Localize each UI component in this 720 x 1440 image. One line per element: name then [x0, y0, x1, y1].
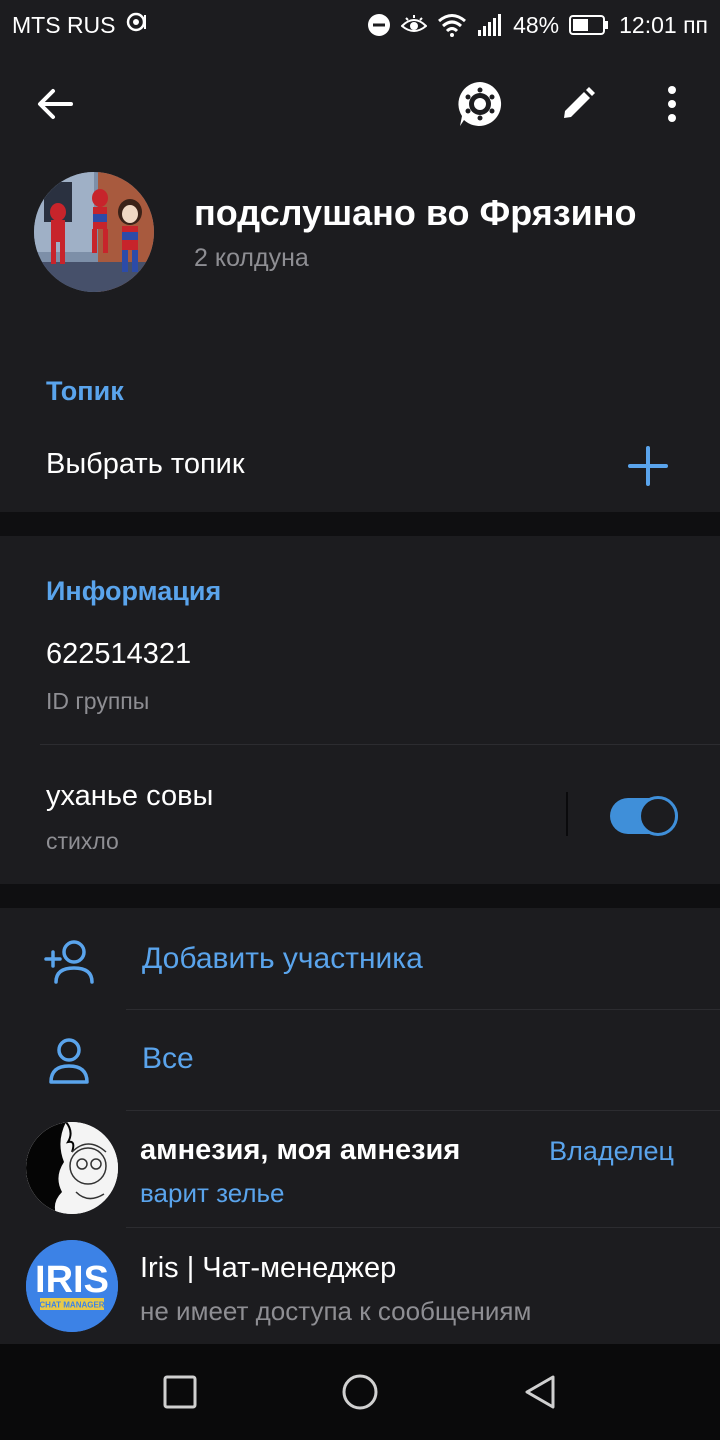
member-avatar[interactable] — [26, 1122, 118, 1214]
group-id-caption: ID группы — [46, 688, 150, 714]
group-avatar[interactable] — [34, 172, 154, 292]
divider — [126, 1009, 720, 1010]
member-name: амнезия, моя амнезия — [140, 1134, 461, 1166]
back-arrow-icon — [38, 89, 73, 119]
choose-topic-label[interactable]: Выбрать топик — [46, 448, 245, 481]
system-nav-bar — [0, 1344, 720, 1440]
add-member-row-icon — [42, 934, 96, 988]
add-person-icon — [44, 940, 94, 984]
clock: 12:01 пп — [619, 11, 708, 38]
nfc-icon — [124, 9, 150, 41]
group-id-value[interactable]: 622514321 — [46, 638, 191, 671]
palette-icon — [458, 82, 502, 126]
notifications-toggle[interactable] — [610, 796, 678, 836]
notifications-value: стихло — [46, 828, 119, 854]
group-title: подслушано во Фрязино — [194, 192, 637, 233]
circle-icon — [342, 1374, 378, 1410]
back-button[interactable] — [30, 82, 80, 126]
divider — [126, 1227, 720, 1228]
members-section: Добавить участника Все амнезия, моя амне… — [0, 908, 720, 1344]
info-section: Информация 622514321 ID группы уханье со… — [0, 536, 720, 884]
member-status: не имеет доступа к сообщениям — [140, 1296, 532, 1326]
separator — [566, 792, 568, 836]
all-members-row-icon — [42, 1034, 96, 1088]
toggle-knob — [638, 796, 678, 836]
battery-icon — [569, 14, 609, 36]
profile-header: подслушано во Фрязино 2 колдуна — [0, 50, 720, 340]
more-options-button[interactable] — [646, 78, 698, 130]
home-button[interactable] — [338, 1370, 382, 1414]
triangle-back-icon — [525, 1375, 555, 1409]
edit-button[interactable] — [552, 78, 604, 130]
square-icon — [163, 1375, 197, 1409]
chat-theme-button[interactable] — [454, 78, 506, 130]
signal-icon — [477, 14, 503, 36]
info-header: Информация — [46, 576, 222, 606]
status-bar: MTS RUS 48% 12:01 пп — [0, 0, 720, 50]
iris-logo-text: IRIS — [35, 1259, 109, 1301]
divider — [40, 744, 720, 745]
member-status: варит зелье — [140, 1178, 285, 1208]
all-members-filter[interactable]: Все — [142, 1042, 194, 1076]
add-member-button[interactable]: Добавить участника — [142, 942, 423, 976]
member-role-badge: Владелец — [549, 1136, 674, 1166]
member-avatar[interactable]: IRIS CHAT MANAGER — [26, 1240, 118, 1332]
more-vert-icon — [668, 86, 676, 122]
notifications-label[interactable]: уханье совы — [46, 780, 213, 813]
carrier-label: MTS RUS — [12, 11, 116, 38]
topic-header: Топик — [46, 376, 124, 406]
member-name: Iris | Чат-менеджер — [140, 1252, 397, 1284]
dnd-icon — [367, 13, 391, 37]
wifi-icon — [437, 13, 467, 37]
eye-comfort-icon — [401, 14, 428, 36]
iris-logo-caption: CHAT MANAGER — [39, 1301, 104, 1310]
add-topic-button[interactable] — [626, 444, 670, 488]
back-nav-button[interactable] — [518, 1370, 562, 1414]
plus-icon — [628, 446, 668, 486]
member-count: 2 колдуна — [194, 244, 309, 272]
topic-section: Топик Выбрать топик — [0, 338, 720, 512]
pencil-icon — [564, 87, 595, 118]
divider — [126, 1110, 720, 1111]
battery-percent: 48% — [513, 11, 560, 38]
person-icon — [49, 1038, 89, 1084]
recents-button[interactable] — [158, 1370, 202, 1414]
